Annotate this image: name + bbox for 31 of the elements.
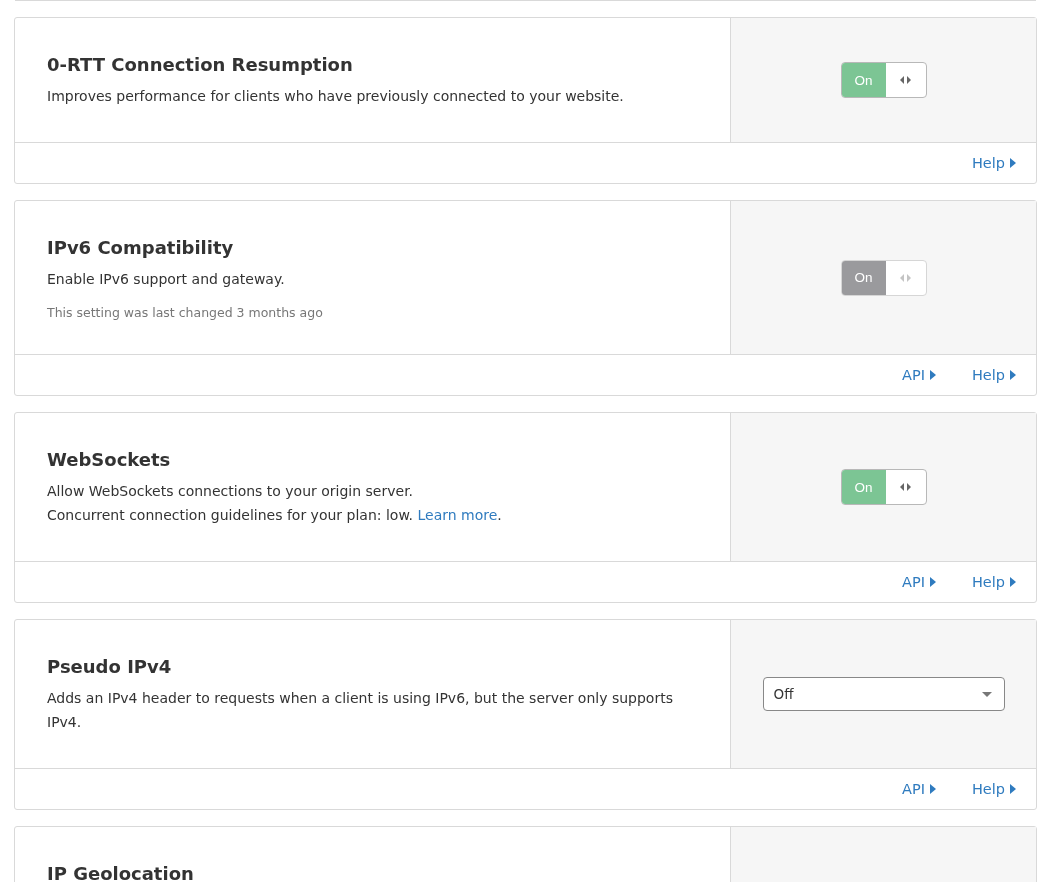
- footer-link[interactable]: Help: [971, 781, 1016, 797]
- footer-link[interactable]: API: [902, 781, 936, 797]
- setting-title: IP Geolocation: [47, 862, 195, 882]
- setting-description: Improves performance for clients who have previously connected to your website.: [47, 87, 625, 106]
- left-right-arrows-icon: [900, 273, 911, 282]
- setting-title: Pseudo IPv4: [47, 655, 173, 679]
- caret-right-icon: [929, 370, 936, 380]
- footer-link[interactable]: API: [902, 367, 936, 383]
- setting-title: IPv6 Compatibility: [47, 236, 235, 260]
- setting-description: Allow WebSockets connections to your origin server.: [47, 482, 415, 501]
- caret-right-icon: [1010, 577, 1016, 587]
- caret-right-icon: [1010, 370, 1016, 380]
- caret-right-icon: [929, 784, 936, 794]
- footer-link[interactable]: Help: [971, 367, 1016, 383]
- setting-description: Enable IPv6 support and gateway.: [47, 270, 286, 289]
- setting-title: 0-RTT Connection Resumption: [47, 53, 354, 77]
- setting-title: WebSockets: [47, 448, 172, 472]
- footer-link[interactable]: API: [902, 574, 936, 590]
- footer-link[interactable]: Help: [971, 155, 1016, 171]
- last-changed-note: This setting was last changed 3 months ago: [47, 305, 324, 320]
- left-right-arrows-icon: [900, 483, 911, 491]
- learn-more-link[interactable]: Learn more: [417, 507, 498, 523]
- caret-right-icon: [929, 577, 936, 587]
- footer-link[interactable]: Help: [971, 574, 1016, 590]
- setting-description: Concurrent connection guidelines for your plan: low. Learn more.: [47, 506, 503, 525]
- caret-right-icon: [1010, 158, 1016, 168]
- caret-right-icon: [1010, 784, 1016, 794]
- caret-down-icon: [981, 691, 992, 697]
- dropdown-select[interactable]: Off: [762, 677, 1005, 711]
- setting-description: Adds an IPv4 header to requests when a client is using IPv6, but the server only supports IPv4.: [47, 689, 674, 732]
- left-right-arrows-icon: [900, 76, 911, 84]
